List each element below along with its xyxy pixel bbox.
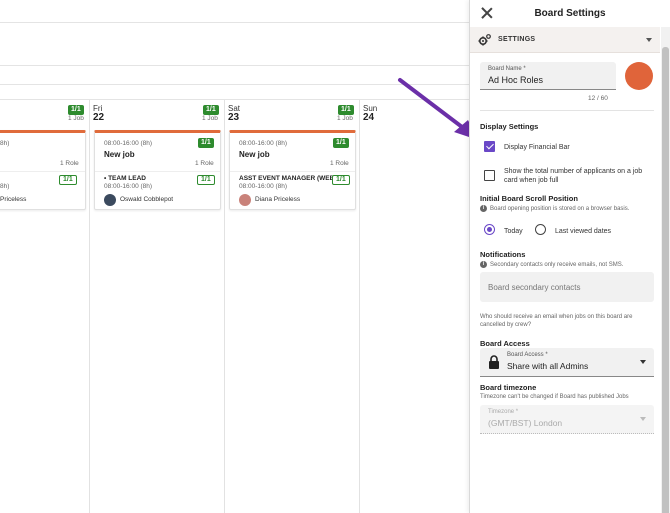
avatar — [239, 194, 251, 206]
toolbar-divider — [0, 65, 470, 66]
role-count: 1 Role — [330, 160, 349, 167]
day-number: 23 — [228, 112, 240, 123]
dropdown-caret-icon — [640, 360, 646, 364]
financial-bar-label: Display Financial Bar — [504, 144, 570, 151]
toolbar-divider — [0, 22, 470, 23]
notifications-info: i Secondary contacts only receive emails,… — [480, 261, 623, 268]
job-time: 08:00-16:00 (8h) — [104, 140, 153, 147]
panel-title: Board Settings — [534, 8, 606, 19]
assigned-person[interactable]: Diana Priceless — [255, 196, 300, 203]
radio-last-viewed[interactable] — [535, 224, 546, 235]
char-count: 12 / 60 — [588, 95, 608, 102]
assigned-person[interactable]: Oswald Cobblepot — [120, 196, 173, 203]
role-fill-badge: 1/1 — [59, 175, 77, 185]
board-name-field[interactable]: Board Name * Ad Hoc Roles — [480, 62, 616, 90]
board-access-label: Board Access * — [507, 352, 548, 358]
fill-badge: 1/1 — [338, 105, 354, 115]
timezone-value: (GMT/BST) London — [488, 418, 563, 428]
job-time: 8h) — [0, 140, 10, 147]
radio-today-label: Today — [504, 228, 523, 235]
jobs-count: 1 Job — [68, 115, 84, 122]
job-fill-badge: 1/1 — [198, 138, 214, 148]
lock-icon — [489, 355, 499, 369]
secondary-contacts-input[interactable] — [480, 272, 654, 302]
notifications-info-text: Secondary contacts only receive emails, … — [490, 262, 624, 269]
radio-last-viewed-label: Last viewed dates — [555, 228, 612, 235]
card-divider — [0, 171, 85, 172]
scrollbar-thumb[interactable] — [662, 47, 669, 513]
timezone-select: Timezone * (GMT/BST) London — [480, 405, 654, 434]
secondary-contacts-help: Who should receive an email when jobs on… — [480, 314, 633, 328]
job-time: 08:00-16:00 (8h) — [239, 140, 288, 147]
role-time: 8h) — [0, 183, 10, 190]
day-column-fri: Fri 22 1/1 1 Job 08:00-16:00 (8h) 1/1 Ne… — [89, 100, 224, 513]
day-column-sat: Sat 23 1/1 1 Job 08:00-16:00 (8h) 1/1 Ne… — [224, 100, 359, 513]
info-icon: i — [480, 261, 487, 268]
day-number: 22 — [93, 112, 105, 123]
jobs-count: 1 Job — [202, 115, 218, 122]
applicants-checkbox[interactable] — [484, 170, 495, 181]
board-access-value: Share with all Admins — [507, 361, 589, 371]
board-settings-panel: Board Settings SETTINGS Board Name * Ad … — [469, 0, 670, 513]
day-header: 1/1 1 Job — [0, 100, 90, 126]
role-count: 1 Role — [60, 160, 79, 167]
timezone-title: Board timezone — [480, 383, 537, 392]
job-card[interactable]: 08:00-16:00 (8h) 1/1 New job 1 Role • TE… — [94, 130, 221, 210]
scroll-position-title: Initial Board Scroll Position — [480, 194, 578, 203]
dropdown-caret-icon — [640, 417, 646, 421]
card-divider — [230, 171, 355, 172]
board-name-value: Ad Hoc Roles — [488, 75, 544, 85]
day-number: 24 — [363, 112, 375, 123]
scroll-position-info-text: Board opening position is stored on a br… — [490, 206, 630, 213]
job-card[interactable]: 8h) 1 Role 1/1 8h) Priceless — [0, 130, 86, 210]
panel-scrollbar[interactable] — [661, 27, 670, 513]
job-title: New job — [104, 150, 135, 159]
settings-section-label: SETTINGS — [498, 36, 536, 43]
radio-today[interactable] — [484, 224, 495, 235]
job-card[interactable]: 08:00-16:00 (8h) 1/1 New job 1 Role ASST… — [229, 130, 356, 210]
avatar — [104, 194, 116, 206]
fill-badge: 1/1 — [68, 105, 84, 115]
day-header: Fri 22 1/1 1 Job — [90, 100, 224, 126]
role-time: 08:00-16:00 (8h) — [239, 183, 288, 190]
settings-section-toggle[interactable]: SETTINGS — [470, 27, 660, 53]
notifications-title: Notifications — [480, 250, 526, 259]
applicants-label: Show the total number of applicants on a… — [504, 168, 643, 184]
caret-down-icon — [646, 38, 652, 42]
financial-bar-checkbox[interactable] — [484, 141, 495, 152]
board-access-select[interactable]: Board Access * Share with all Admins — [480, 348, 654, 377]
board-access-title: Board Access — [480, 339, 530, 348]
scroll-position-info: i Board opening position is stored on a b… — [480, 205, 629, 212]
role-fill-badge: 1/1 — [197, 175, 215, 185]
job-title: New job — [239, 150, 270, 159]
role-name: • TEAM LEAD — [104, 175, 146, 182]
role-fill-badge: 1/1 — [332, 175, 350, 185]
gears-icon — [478, 34, 491, 46]
role-count: 1 Role — [195, 160, 214, 167]
card-divider — [95, 171, 220, 172]
timezone-info: Timezone can't be changed if Board has p… — [480, 394, 629, 400]
board-name-label: Board Name * — [488, 66, 526, 72]
role-time: 08:00-16:00 (8h) — [104, 183, 153, 190]
job-fill-badge: 1/1 — [333, 138, 349, 148]
day-column-sun: Sun 24 — [359, 100, 470, 513]
assigned-person[interactable]: Priceless — [0, 196, 26, 203]
role-name: ASST EVENT MANAGER (WEEK... — [239, 175, 345, 182]
info-icon: i — [480, 205, 487, 212]
jobs-count: 1 Job — [337, 115, 353, 122]
panel-header: Board Settings — [470, 0, 670, 27]
board-color-swatch[interactable] — [625, 62, 653, 90]
display-settings-title: Display Settings — [480, 122, 539, 131]
divider — [480, 110, 654, 111]
day-header: Sat 23 1/1 1 Job — [225, 100, 359, 126]
day-column: 1/1 1 Job 8h) 1 Role 1/1 8h) Priceless — [0, 100, 90, 513]
timezone-label: Timezone * — [488, 409, 519, 415]
fill-badge: 1/1 — [203, 105, 219, 115]
